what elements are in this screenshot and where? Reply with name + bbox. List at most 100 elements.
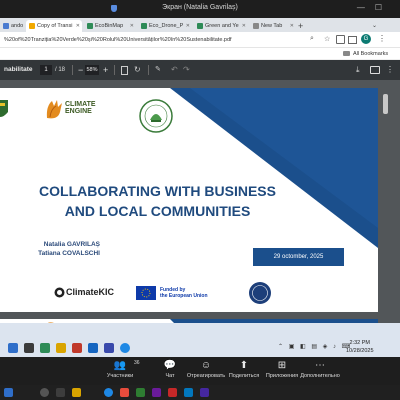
divider bbox=[72, 65, 73, 75]
window-controls[interactable]: —☐ bbox=[357, 3, 392, 12]
app-icon[interactable] bbox=[168, 388, 177, 397]
undo-icon[interactable]: ↶ bbox=[171, 60, 178, 80]
app-icon[interactable] bbox=[56, 388, 65, 397]
close-icon[interactable]: ✕ bbox=[76, 20, 80, 32]
screen-clock: 2:32 PM 10/28/2025 bbox=[346, 339, 374, 355]
browser-icon[interactable] bbox=[120, 343, 130, 353]
folder-icon[interactable] bbox=[56, 343, 66, 353]
new-tab-button[interactable]: + bbox=[298, 20, 303, 32]
fit-page-icon[interactable] bbox=[121, 66, 128, 75]
eu-flag-icon bbox=[136, 286, 156, 300]
author-name: Tatiana COVALSCHI bbox=[38, 250, 100, 257]
more-options-icon[interactable]: ⋮ bbox=[386, 60, 394, 80]
climatekic-icon bbox=[54, 287, 65, 298]
system-tray[interactable]: ⌃ ▣ ◧ ▤ ◈ ♪ ⌨ bbox=[278, 343, 352, 350]
draw-icon[interactable]: ✎ bbox=[155, 60, 161, 80]
pdf-viewer[interactable]: CLIMATE ENGINE COLLABORATING WITH BUSINE… bbox=[0, 80, 400, 323]
university-logo-partial bbox=[0, 100, 8, 117]
clock-time: 2:32 PM bbox=[349, 340, 370, 346]
chat-button[interactable]: 💬 Чат bbox=[150, 359, 190, 380]
scrollbar-thumb[interactable] bbox=[383, 94, 388, 114]
react-label: Отреагировать bbox=[186, 373, 226, 379]
more-label: Дополнительно bbox=[300, 373, 340, 379]
seal-logo bbox=[249, 282, 271, 304]
zoom-out-icon[interactable]: − bbox=[78, 60, 83, 80]
react-button[interactable]: ☺ Отреагировать bbox=[186, 359, 226, 380]
more-button[interactable]: ⋯ Дополнительно bbox=[300, 359, 340, 380]
app-icon[interactable] bbox=[136, 388, 145, 397]
participants-label: Участники bbox=[106, 373, 134, 379]
tab-4[interactable]: Eco_Drone_P ✕ bbox=[138, 20, 192, 32]
app-icon[interactable] bbox=[72, 343, 82, 353]
tab-6[interactable]: New Tab ✕ bbox=[250, 20, 296, 32]
tab-favicon bbox=[87, 23, 93, 29]
url-text[interactable]: %20of%20Tranziția%20Verde%20și%20Rolul%2… bbox=[4, 32, 300, 48]
share-button[interactable]: ⬆ Поделиться bbox=[224, 359, 264, 380]
slide-title-line: COLLABORATING WITH BUSINESS bbox=[39, 183, 276, 199]
taskbar bbox=[0, 385, 400, 400]
page-number-input[interactable]: 1 bbox=[40, 65, 52, 75]
tab-1[interactable]: ando bbox=[0, 20, 24, 32]
tab-label: Eco_Drone_P bbox=[149, 23, 184, 29]
apps-label: Приложения bbox=[265, 373, 299, 379]
tab-2[interactable]: Copy of Transi ✕ bbox=[26, 20, 82, 32]
divider bbox=[114, 65, 115, 75]
close-icon[interactable]: ✕ bbox=[130, 20, 134, 32]
tab-strip: ando Copy of Transi ✕ EcoBinMap ✕ Eco_Dr… bbox=[0, 18, 400, 32]
search-icon[interactable] bbox=[40, 388, 49, 397]
close-icon[interactable]: ✕ bbox=[186, 20, 190, 32]
more-icon: ⋯ bbox=[315, 360, 325, 371]
all-bookmarks-link[interactable]: All Bookmarks bbox=[353, 48, 388, 60]
avatar[interactable]: G bbox=[361, 34, 371, 44]
logo-text: CLIMATE ENGINE bbox=[65, 101, 96, 115]
kebab-menu-icon[interactable]: ⋮ bbox=[378, 34, 386, 43]
star-icon[interactable]: ☆ bbox=[324, 35, 330, 43]
app-icon[interactable] bbox=[200, 388, 209, 397]
download-icon[interactable]: ⤓ bbox=[356, 60, 360, 80]
start-icon[interactable] bbox=[4, 388, 13, 397]
authors: Natalia GAVRILAȘ Tatiana COVALSCHI bbox=[0, 240, 100, 258]
apps-button[interactable]: ⊞ Приложения bbox=[262, 359, 302, 380]
share-label: Поделиться bbox=[228, 373, 260, 379]
rotate-icon[interactable]: ↻ bbox=[134, 60, 141, 80]
eu-funding-text: Funded by the European Union bbox=[160, 287, 208, 299]
tab-label: New Tab bbox=[261, 23, 283, 29]
tab-label: Copy of Transi bbox=[37, 23, 73, 29]
app-icon[interactable] bbox=[88, 343, 98, 353]
tab-favicon bbox=[29, 23, 35, 29]
app-icon[interactable] bbox=[40, 343, 50, 353]
slide-title-line: AND LOCAL COMMUNITIES bbox=[64, 203, 251, 219]
extensions-icon[interactable] bbox=[336, 35, 345, 44]
app-icon[interactable] bbox=[104, 343, 114, 353]
climatekic-logo: ClimateKIC bbox=[66, 287, 115, 297]
tab-3[interactable]: EcoBinMap ✕ bbox=[84, 20, 136, 32]
chevron-down-icon[interactable]: ⌄ bbox=[372, 20, 377, 32]
app-icon[interactable] bbox=[184, 388, 193, 397]
close-icon[interactable]: ✕ bbox=[242, 20, 246, 32]
chat-icon: 💬 bbox=[163, 360, 177, 371]
search-icon[interactable]: ⌕ bbox=[310, 35, 314, 43]
app-icon[interactable] bbox=[152, 388, 161, 397]
print-icon[interactable] bbox=[370, 66, 380, 74]
redo-icon[interactable]: ↷ bbox=[183, 60, 190, 80]
side-panel-icon[interactable] bbox=[348, 36, 357, 44]
app-icon[interactable] bbox=[8, 343, 18, 353]
tab-favicon bbox=[253, 23, 259, 29]
address-bar[interactable]: %20of%20Tranziția%20Verde%20și%20Rolul%2… bbox=[0, 32, 400, 48]
chat-label: Чат bbox=[165, 373, 175, 379]
share-icon: ⬆ bbox=[239, 360, 249, 371]
date-badge: 29 octomber, 2025 bbox=[253, 248, 344, 266]
app-icon[interactable] bbox=[120, 388, 129, 397]
tab-favicon bbox=[197, 23, 203, 29]
zoom-level-input[interactable]: 58% bbox=[85, 65, 99, 75]
browser-icon[interactable] bbox=[104, 388, 113, 397]
close-icon[interactable]: ✕ bbox=[290, 20, 294, 32]
tab-5[interactable]: Green and Ye ✕ bbox=[194, 20, 248, 32]
app-icon[interactable] bbox=[24, 343, 34, 353]
author-name: Natalia GAVRILAȘ bbox=[43, 241, 100, 248]
slide-title: COLLABORATING WITH BUSINESS AND LOCAL CO… bbox=[0, 181, 315, 221]
scrollbar[interactable] bbox=[381, 80, 400, 323]
eu-text-line: the European Union bbox=[160, 293, 208, 299]
zoom-in-icon[interactable]: + bbox=[103, 60, 108, 80]
folder-icon[interactable] bbox=[72, 388, 81, 397]
